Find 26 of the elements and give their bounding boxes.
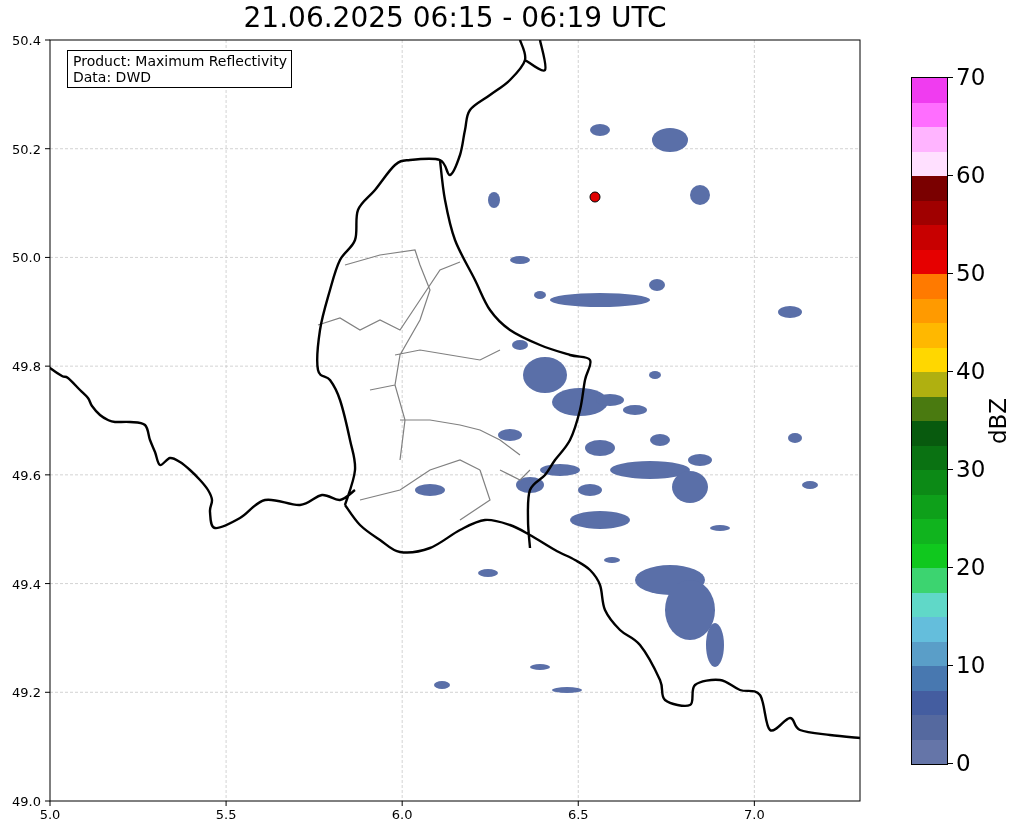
colorbar-tick-label: 0 bbox=[956, 751, 971, 775]
chart-title: 21.06.2025 06:15 - 06:19 UTC bbox=[243, 0, 667, 34]
y-axis-tick-label: 49.4 bbox=[12, 576, 41, 592]
colorbar-label: dBZ bbox=[985, 397, 1012, 445]
y-axis-tick-label: 49.0 bbox=[12, 794, 41, 809]
x-axis-tick-label: 6.5 bbox=[567, 807, 589, 822]
x-axis-tick-label: 5.5 bbox=[215, 807, 237, 822]
colorbar-tick-label: 50 bbox=[956, 261, 986, 285]
legend-text: Data: DWD bbox=[73, 69, 152, 85]
colorbar-tick-label: 30 bbox=[956, 457, 986, 481]
y-axis-tick-label: 50.4 bbox=[12, 34, 41, 48]
colorbar-tick-label: 70 bbox=[956, 65, 986, 89]
x-axis-tick-label: 6.0 bbox=[391, 807, 413, 822]
y-axis-tick-label: 49.8 bbox=[12, 359, 41, 375]
legend-text: Product: Maximum Reflectivity bbox=[73, 53, 287, 69]
y-axis-tick-label: 50.0 bbox=[12, 250, 41, 266]
y-axis-tick-label: 50.2 bbox=[12, 141, 41, 157]
colorbar-tick-label: 60 bbox=[956, 163, 986, 187]
colorbar-tick-label: 10 bbox=[956, 653, 986, 677]
x-axis-tick-label: 5.0 bbox=[39, 807, 61, 822]
y-axis-tick-label: 49.6 bbox=[12, 467, 41, 483]
colorbar-tick-label: 20 bbox=[956, 555, 986, 579]
colorbar-tick-label: 40 bbox=[956, 359, 986, 383]
x-axis-tick-label: 7.0 bbox=[744, 807, 765, 822]
radar-site-marker bbox=[589, 191, 601, 203]
y-axis-tick-label: 49.2 bbox=[12, 685, 41, 701]
